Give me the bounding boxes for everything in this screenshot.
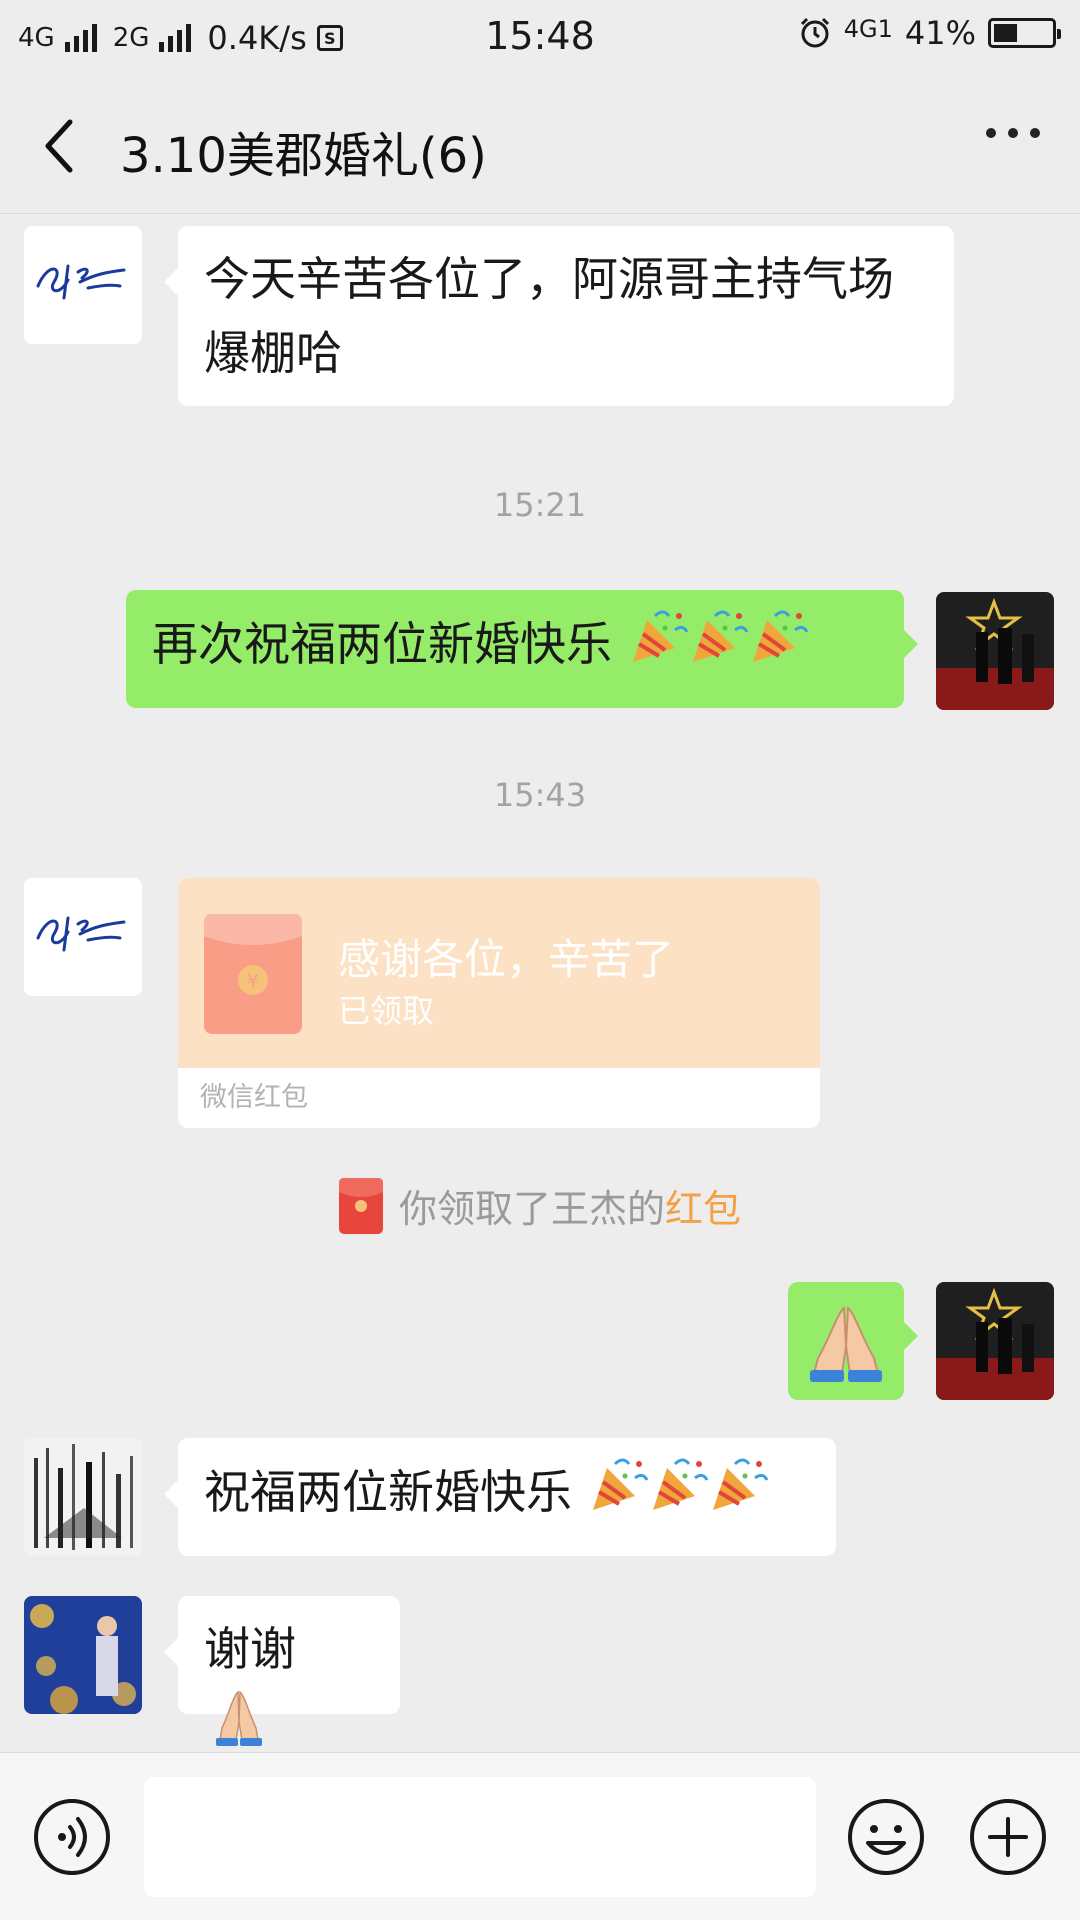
avatar[interactable] [24,1596,142,1714]
message-text: 今天辛苦各位了，阿源哥主持气场爆棚哈 [204,252,894,380]
system-message: 你领取了王杰的红包 [0,1178,1080,1234]
signature-avatar-icon [24,226,142,344]
message-text: 再次祝福两位新婚快乐 [152,617,612,671]
red-packet-status: 已领取 [338,992,435,1030]
signal-icon [64,24,97,52]
message-bubble-outgoing[interactable]: 再次祝福两位新婚快乐 [126,590,918,708]
timestamp: 15:21 [493,486,587,524]
photo-avatar-icon [936,1282,1054,1400]
avatar[interactable] [936,1282,1054,1400]
network-label-1: 4G [18,23,55,53]
status-left: 4G 2G 0.4K/s S [18,19,343,57]
red-packet-link[interactable]: 红包 [665,1187,741,1231]
red-packet-message[interactable]: ¥ 感谢各位，辛苦了 已领取 微信红包 [178,878,820,1128]
network-label-2: 2G [112,23,150,53]
signature-avatar-icon [24,878,142,996]
avatar[interactable] [936,592,1054,710]
message-bubble-incoming[interactable]: 谢谢 [164,1596,400,1746]
red-envelope-icon: ¥ [204,914,302,1034]
chat-title: 3.10美郡婚礼(6) [120,128,487,184]
chat-screen: 4G 2G 0.4K/s S 15:48 4G1 41% 3.10美郡婚礼(6) [0,0,1080,1920]
signal-icon [159,24,192,52]
message-bubble-incoming[interactable]: 今天辛苦各位了，阿源哥主持气场爆棚哈 [164,226,954,406]
network-speed: 0.4K/s [207,19,307,57]
voice-icon[interactable] [32,1797,112,1877]
system-message-text: 你领取了王杰的 [398,1187,665,1231]
message-text: 谢谢 [204,1622,296,1676]
avatar[interactable] [24,1438,142,1556]
network-label-right: 4G1 [843,15,893,43]
emoji-icon[interactable] [846,1797,926,1877]
timestamp: 15:43 [493,776,587,814]
avatar[interactable] [24,226,142,344]
more-options-icon[interactable] [986,128,1040,138]
red-packet-mini-icon [338,1178,383,1234]
party-popper-emoji-icon [589,1454,769,1535]
message-input[interactable] [144,1777,816,1897]
back-arrow-icon[interactable] [38,116,82,176]
message-bubble-outgoing[interactable] [788,1282,918,1400]
stage-photo-avatar-icon [24,1596,142,1714]
red-packet-body: ¥ 感谢各位，辛苦了 已领取 [178,878,820,1068]
photo-avatar-icon [936,592,1054,710]
red-packet-footer: 微信红包 [200,1082,308,1113]
status-right: 4G1 41% [798,14,1061,52]
status-bar: 4G 2G 0.4K/s S 15:48 4G1 41% [0,0,1080,76]
party-popper-emoji-icon [629,606,809,687]
battery-percent: 41% [904,14,976,52]
red-packet-title: 感谢各位，辛苦了 [338,935,675,984]
sim-icon: S [316,25,343,51]
message-text: 祝福两位新婚快乐 [204,1465,572,1519]
folded-hands-emoji-icon [810,1306,882,1382]
message-bubble-incoming[interactable]: 祝福两位新婚快乐 [164,1438,836,1556]
plus-icon[interactable] [968,1797,1048,1877]
nav-bar: 3.10美郡婚礼(6) [0,76,1080,214]
bw-photo-avatar-icon [24,1438,142,1556]
battery-icon [988,18,1061,48]
alarm-icon [800,17,829,48]
svg-text:¥: ¥ [247,971,258,992]
input-bar [0,1752,1080,1920]
avatar[interactable] [24,878,142,996]
